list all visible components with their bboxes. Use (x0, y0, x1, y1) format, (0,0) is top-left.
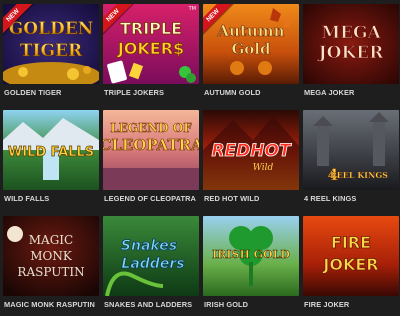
logo-text: TIGER (20, 41, 83, 61)
game-thumbnail[interactable]: MEGA JOKER (303, 4, 399, 84)
game-title[interactable]: WILD FALLS (4, 194, 100, 203)
game-title[interactable]: 4 REEL KINGS (304, 194, 400, 203)
logo-text: IRISH GOLD (212, 248, 290, 261)
logo-text: RASPUTIN (17, 265, 84, 279)
magic-monk-rasputin-artwork: MAGIC MONK RASPUTIN (3, 216, 99, 296)
game-thumbnail[interactable]: IRISH GOLD (203, 216, 299, 296)
logo-text: Ladders (121, 256, 184, 272)
logo-text: CLEOPATRA (103, 136, 199, 154)
game-tile-magic-monk-rasputin[interactable]: MAGIC MONK RASPUTIN MAGIC MONK RASPUTIN (3, 216, 99, 316)
logo-text: JOKER (322, 255, 378, 274)
logo-text: REDHOT (211, 141, 291, 161)
game-title[interactable]: GOLDEN TIGER (4, 88, 100, 97)
red-hot-wild-artwork: REDHOT Wild (203, 110, 299, 190)
game-tile-triple-jokers[interactable]: TRIPLE JOKER$ NEW TM TRIPLE JOKERS (103, 4, 199, 104)
logo-text: Gold (231, 40, 271, 58)
game-thumbnail[interactable]: Autumn Gold NEW (203, 4, 299, 84)
game-title[interactable]: IRISH GOLD (204, 300, 300, 309)
logo-text: JOKER$ (117, 39, 184, 58)
game-thumbnail[interactable]: 4 REEL KINGS (303, 110, 399, 190)
game-thumbnail[interactable]: FIRE JOKER (303, 216, 399, 296)
game-title[interactable]: TRIPLE JOKERS (104, 88, 200, 97)
snakes-and-ladders-artwork: Snakes Ladders (103, 216, 199, 296)
fire-joker-artwork: FIRE JOKER (303, 216, 399, 296)
logo-text: Autumn (216, 22, 284, 40)
game-title[interactable]: SNAKES AND LADDERS (104, 300, 200, 309)
logo-text: MONK (30, 249, 73, 263)
game-tile-snakes-and-ladders[interactable]: Snakes Ladders SNAKES AND LADDERS (103, 216, 199, 316)
game-thumbnail[interactable]: GOLDEN TIGER NEW (3, 4, 99, 84)
logo-text: Snakes (121, 238, 177, 254)
game-grid: GOLDEN TIGER NEW GOLDEN TIGER TRIPLE JOK… (0, 0, 400, 314)
trademark-mark: TM (188, 6, 196, 12)
game-thumbnail[interactable]: WILD FALLS (3, 110, 99, 190)
logo-text: MAGIC (29, 233, 73, 247)
game-tile-irish-gold[interactable]: IRISH GOLD IRISH GOLD (203, 216, 299, 316)
game-tile-4-reel-kings[interactable]: 4 REEL KINGS 4 REEL KINGS (303, 110, 399, 210)
irish-gold-artwork: IRISH GOLD (203, 216, 299, 296)
mega-joker-artwork: MEGA JOKER (303, 4, 399, 84)
game-title[interactable]: RED HOT WILD (204, 194, 300, 203)
game-thumbnail[interactable]: LEGEND OF CLEOPATRA (103, 110, 199, 190)
logo-text: JOKER (317, 43, 385, 63)
logo-text: Wild (253, 163, 274, 173)
game-tile-red-hot-wild[interactable]: REDHOT Wild RED HOT WILD (203, 110, 299, 210)
game-title[interactable]: FIRE JOKER (304, 300, 400, 309)
game-tile-fire-joker[interactable]: FIRE JOKER FIRE JOKER (303, 216, 399, 316)
legend-of-cleopatra-artwork: LEGEND OF CLEOPATRA (103, 110, 199, 190)
game-tile-legend-of-cleopatra[interactable]: LEGEND OF CLEOPATRA LEGEND OF CLEOPATRA (103, 110, 199, 210)
game-title[interactable]: LEGEND OF CLEOPATRA (104, 194, 200, 203)
game-tile-golden-tiger[interactable]: GOLDEN TIGER NEW GOLDEN TIGER (3, 4, 99, 104)
game-title[interactable]: MAGIC MONK RASPUTIN (4, 300, 100, 309)
game-thumbnail[interactable]: MAGIC MONK RASPUTIN (3, 216, 99, 296)
logo-text: REEL KINGS (330, 170, 388, 180)
logo-text: WILD FALLS (8, 145, 94, 160)
logo-text: TRIPLE (120, 19, 182, 38)
logo-text: MEGA (321, 23, 381, 43)
logo-text: FIRE (331, 233, 371, 252)
game-title[interactable]: AUTUMN GOLD (204, 88, 300, 97)
logo-text: GOLDEN (9, 19, 94, 39)
game-title[interactable]: MEGA JOKER (304, 88, 400, 97)
game-tile-wild-falls[interactable]: WILD FALLS WILD FALLS (3, 110, 99, 210)
4-reel-kings-artwork: 4 REEL KINGS (303, 110, 399, 190)
game-thumbnail[interactable]: Snakes Ladders (103, 216, 199, 296)
game-thumbnail[interactable]: REDHOT Wild (203, 110, 299, 190)
game-thumbnail[interactable]: TRIPLE JOKER$ NEW TM (103, 4, 199, 84)
game-tile-mega-joker[interactable]: MEGA JOKER MEGA JOKER (303, 4, 399, 104)
game-tile-autumn-gold[interactable]: Autumn Gold NEW AUTUMN GOLD (203, 4, 299, 104)
wild-falls-artwork: WILD FALLS (3, 110, 99, 190)
logo-text: LEGEND OF (110, 121, 192, 135)
